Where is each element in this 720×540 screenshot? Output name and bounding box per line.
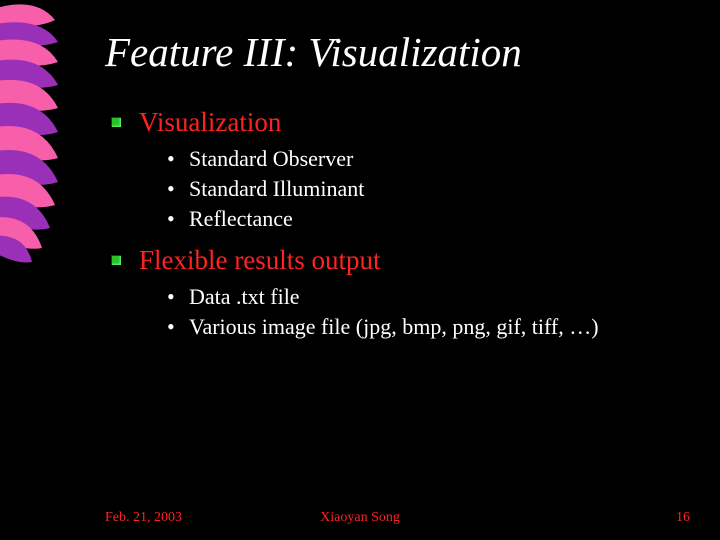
footer: Feb. 21, 2003 Xiaoyan Song 16 bbox=[0, 510, 720, 526]
sub-list-item: Data .txt file bbox=[167, 282, 680, 312]
sub-list-item: Various image file (jpg, bmp, png, gif, … bbox=[167, 312, 680, 342]
list-item: Visualization Standard Observer Standard… bbox=[105, 104, 680, 234]
list-item: Flexible results output Data .txt file V… bbox=[105, 242, 680, 342]
bullet-list: Visualization Standard Observer Standard… bbox=[105, 104, 680, 341]
slide: Feature III: Visualization Visualization… bbox=[0, 0, 720, 540]
footer-author: Xiaoyan Song bbox=[320, 510, 400, 526]
footer-page-number: 16 bbox=[676, 510, 690, 526]
sub-list-item: Standard Illuminant bbox=[167, 174, 680, 204]
list-item-label: Visualization bbox=[139, 107, 281, 137]
sub-list: Data .txt file Various image file (jpg, … bbox=[139, 282, 680, 341]
sub-list-item: Standard Observer bbox=[167, 144, 680, 174]
sub-list: Standard Observer Standard Illuminant Re… bbox=[139, 144, 680, 233]
list-item-label: Flexible results output bbox=[139, 245, 380, 275]
slide-title: Feature III: Visualization bbox=[105, 28, 680, 76]
footer-date: Feb. 21, 2003 bbox=[30, 510, 182, 526]
sub-list-item: Reflectance bbox=[167, 204, 680, 234]
